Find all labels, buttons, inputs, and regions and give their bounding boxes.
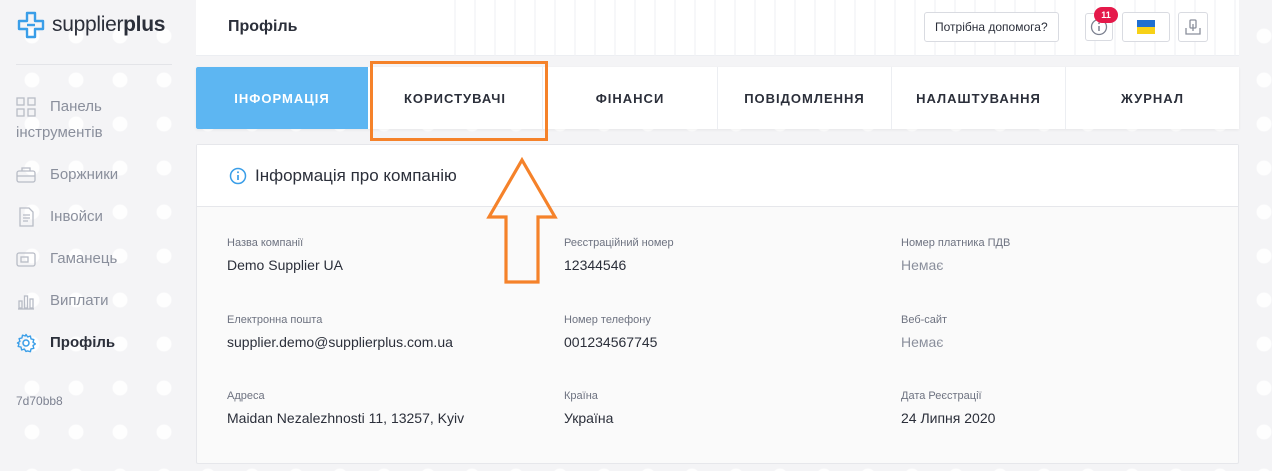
sidebar-item-label: Гаманець [50, 250, 118, 267]
field-value: Maidan Nezalezhnosti 11, 13257, Kyiv [227, 410, 465, 426]
sidebar-divider [16, 64, 172, 65]
field-value: Немає [901, 257, 944, 273]
logo[interactable]: supplierplus [16, 10, 165, 40]
logout-icon [1185, 19, 1201, 35]
field-country: Країна Україна [564, 390, 884, 426]
field-value: supplier.demo@supplierplus.com.ua [227, 334, 453, 350]
debtors-icon [16, 167, 36, 183]
sidebar-item-invoices[interactable]: Інвойси [16, 204, 176, 230]
sidebar-item-label: Профіль [50, 334, 116, 351]
field-phone: Номер телефону 001234567745 [564, 314, 884, 350]
field-registration-number: Реєстраційний номер 12344546 [564, 237, 884, 273]
field-label: Дата Реєстрації [901, 390, 982, 402]
field-label: Країна [564, 390, 598, 402]
sidebar-item-payouts[interactable]: Виплати [16, 288, 176, 314]
wallet-icon [16, 252, 36, 267]
tab-finance[interactable]: ФІНАНСИ [543, 67, 718, 129]
ukraine-flag-icon [1137, 20, 1155, 34]
tab-information[interactable]: ІНФОРМАЦІЯ [196, 67, 368, 129]
field-vat-number: Номер платника ПДВ Немає [901, 237, 1221, 273]
card-title: Інформація про компанію [255, 165, 457, 185]
logout-button[interactable] [1178, 12, 1208, 42]
sidebar: supplierplus Панель інструментів Боржник… [0, 0, 188, 471]
sidebar-item-wallet[interactable]: Гаманець [16, 246, 176, 272]
field-company-name: Назва компанії Demo Supplier UA [227, 237, 547, 273]
invoice-icon [19, 207, 34, 227]
field-value: Demo Supplier UA [227, 257, 343, 273]
info-icon [229, 167, 247, 184]
sidebar-item-label: Боржники [50, 166, 119, 183]
field-label: Реєстраційний номер [564, 237, 674, 249]
field-website: Веб-сайт Немає [901, 314, 1221, 350]
page-title: Профіль [228, 18, 298, 35]
field-registration-date: Дата Реєстрації 24 Липня 2020 [901, 390, 1221, 426]
field-address: Адреса Maidan Nezalezhnosti 11, 13257, K… [227, 390, 547, 426]
language-button[interactable] [1122, 12, 1170, 42]
company-info-card: Інформація про компанію Назва компанії D… [196, 144, 1239, 464]
sidebar-item-profile[interactable]: Профіль [16, 330, 176, 356]
tab-settings[interactable]: НАЛАШТУВАННЯ [892, 67, 1066, 129]
tab-users[interactable]: КОРИСТУВАЧІ [368, 67, 543, 129]
notification-badge: 11 [1094, 7, 1118, 23]
payouts-icon [18, 295, 34, 310]
sidebar-item-label: Виплати [50, 292, 109, 309]
field-email: Електронна пошта supplier.demo@supplierp… [227, 314, 547, 350]
sidebar-item-label: Інвойси [50, 208, 103, 225]
dashboard-icon [16, 97, 36, 117]
tab-journal[interactable]: ЖУРНАЛ [1066, 67, 1239, 129]
logo-text: supplierplus [52, 13, 166, 36]
help-button[interactable]: Потрібна допомога? [924, 12, 1059, 42]
sidebar-item-debtors[interactable]: Боржники [16, 162, 176, 188]
field-value: Немає [901, 334, 944, 350]
version-label: 7d70bb8 [16, 394, 63, 408]
sidebar-nav: Панель інструментів Боржники Інвойси Гам… [16, 94, 176, 372]
field-label: Веб-сайт [901, 314, 948, 326]
card-header: Інформація про компанію [197, 145, 1238, 207]
profile-tabs: ІНФОРМАЦІЯ КОРИСТУВАЧІ ФІНАНСИ ПОВІДОМЛЕ… [196, 67, 1239, 129]
gear-icon [16, 333, 36, 353]
sidebar-item-label: Панель інструментів [16, 98, 103, 141]
field-value: 001234567745 [564, 334, 658, 350]
header-pattern [436, 0, 1239, 56]
field-value: 12344546 [564, 257, 627, 273]
sidebar-item-dashboard[interactable]: Панель інструментів [16, 94, 176, 146]
field-value: Україна [564, 410, 614, 426]
field-label: Назва компанії [227, 237, 304, 249]
field-label: Номер телефону [564, 314, 651, 326]
tab-notifications[interactable]: ПОВІДОМЛЕННЯ [718, 67, 892, 129]
field-label: Адреса [227, 390, 265, 402]
top-header: Профіль Потрібна допомога? 11 [196, 0, 1239, 56]
field-label: Номер платника ПДВ [901, 237, 1011, 249]
logo-icon [17, 11, 45, 39]
field-value: 24 Липня 2020 [901, 410, 996, 426]
field-label: Електронна пошта [227, 314, 323, 326]
